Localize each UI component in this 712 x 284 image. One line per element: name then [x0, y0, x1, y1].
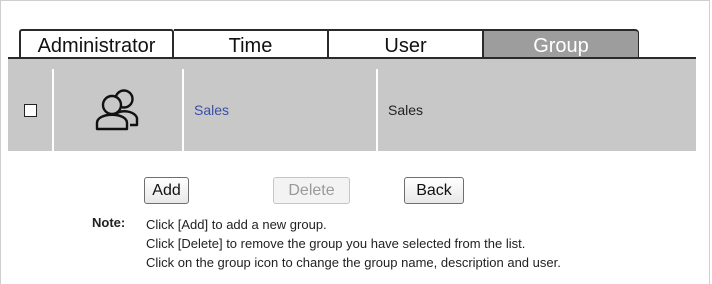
- add-button[interactable]: Add: [144, 177, 189, 204]
- note-label: Note:: [92, 215, 126, 230]
- table-row: Sales Sales: [8, 69, 696, 151]
- note-line: Click on the group icon to change the gr…: [146, 255, 561, 270]
- note-text: Click [Add] to add a new group. Click [D…: [146, 215, 561, 272]
- note-line: Click [Add] to add a new group.: [146, 217, 327, 232]
- group-name-link[interactable]: Sales: [194, 102, 229, 118]
- tab-time[interactable]: Time: [174, 29, 329, 59]
- group-description: Sales: [388, 102, 424, 118]
- icon-cell: [54, 69, 184, 151]
- tab-bar: Administrator Time User Group: [19, 29, 709, 59]
- description-cell: Sales: [378, 69, 696, 151]
- row-checkbox[interactable]: [23, 103, 37, 117]
- delete-button[interactable]: Delete: [273, 177, 350, 204]
- name-cell: Sales: [184, 69, 378, 151]
- group-icon[interactable]: [92, 88, 144, 132]
- tab-panel-top: [8, 57, 696, 69]
- tab-administrator[interactable]: Administrator: [19, 29, 174, 59]
- back-button[interactable]: Back: [404, 177, 464, 204]
- tab-user[interactable]: User: [329, 29, 484, 59]
- note-line: Click [Delete] to remove the group you h…: [146, 236, 526, 251]
- tab-group[interactable]: Group: [484, 29, 639, 59]
- checkbox-cell: [8, 69, 54, 151]
